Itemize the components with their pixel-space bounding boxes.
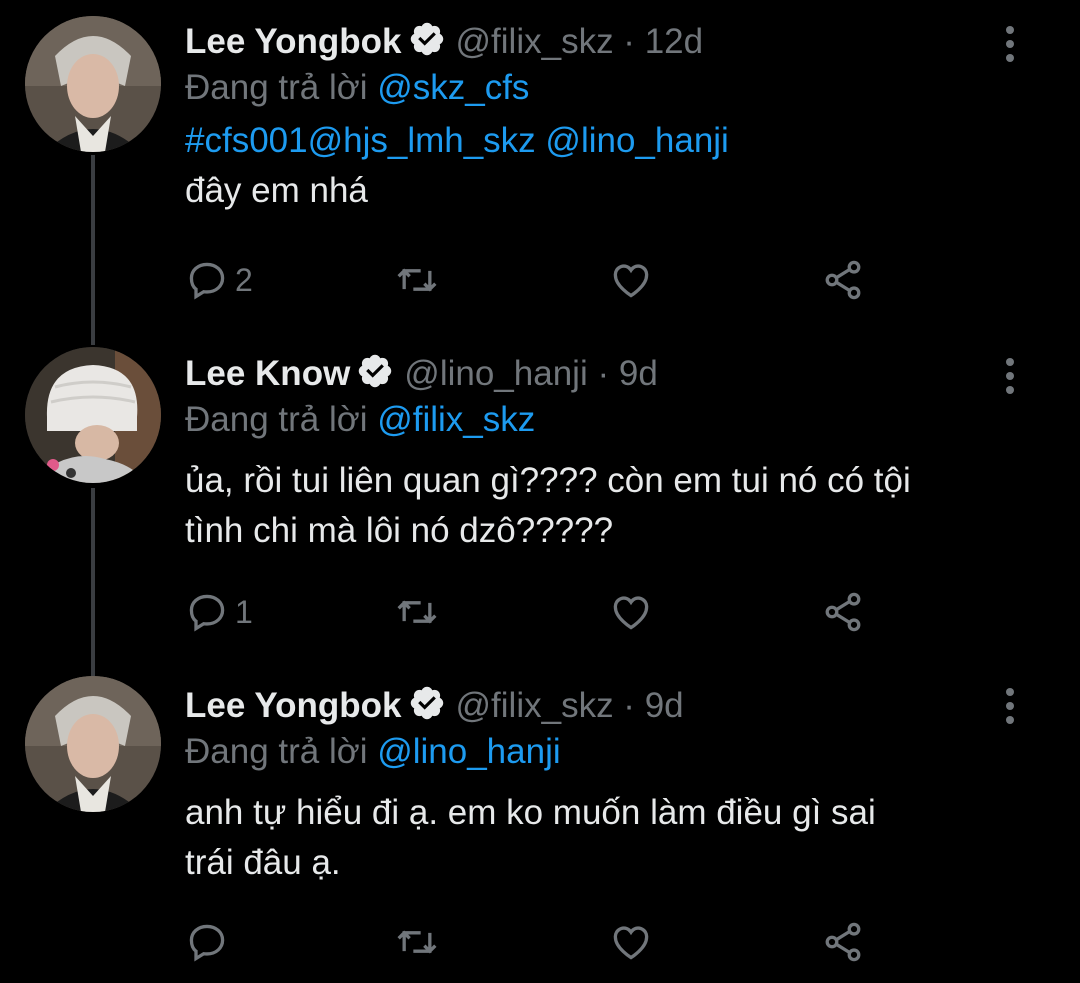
tweet-text-line: trái đâu ạ. xyxy=(185,843,341,882)
like-button[interactable] xyxy=(609,587,653,637)
retweet-button[interactable] xyxy=(395,587,439,637)
share-icon xyxy=(825,922,861,962)
verified-badge-icon xyxy=(359,354,392,388)
retweet-icon xyxy=(397,268,437,292)
display-name[interactable]: Lee Know xyxy=(185,354,350,393)
tweet-header: Lee Know @lino_hanji · 9d xyxy=(185,352,1010,396)
mention-link[interactable]: @skz_cfs xyxy=(377,68,529,107)
reply-button[interactable]: 1 xyxy=(185,587,253,637)
tweet-text: anh tự hiểu đi ạ. em ko muốn làm điều gì… xyxy=(185,788,1010,888)
user-handle[interactable]: @filix_skz xyxy=(456,22,614,61)
reply-count: 2 xyxy=(235,261,253,298)
separator: · xyxy=(623,22,635,61)
reply-icon xyxy=(189,594,225,632)
tweet-actions: 2 xyxy=(185,255,885,305)
replying-to: Đang trả lời @skz_cfs xyxy=(185,66,1010,110)
tweet[interactable]: Lee Yongbok @filix_skz · 9d Đang trả lời … xyxy=(0,660,1080,983)
timestamp[interactable]: 9d xyxy=(619,354,658,393)
retweet-button[interactable] xyxy=(395,917,439,967)
hashtag-mention-line[interactable]: #cfs001@hjs_lmh_skz @lino_hanji xyxy=(185,116,1010,166)
tweet[interactable]: Lee Know @lino_hanji · 9d Đang trả lời @f… xyxy=(0,330,1080,660)
tweet-text: #cfs001@hjs_lmh_skz @lino_hanji đây em n… xyxy=(185,116,1010,216)
more-options-icon[interactable] xyxy=(995,356,1025,396)
heart-icon xyxy=(613,596,649,630)
retweet-icon xyxy=(397,600,437,624)
retweet-icon xyxy=(397,930,437,954)
replying-to-label: Đang trả lời xyxy=(185,732,368,771)
replying-to-label: Đang trả lời xyxy=(185,68,368,107)
tweet-text-line: tình chi mà lôi nó dzô????? xyxy=(185,511,614,550)
avatar-lee-yongbok[interactable] xyxy=(25,16,161,152)
tweet-text-line: đây em nhá xyxy=(185,171,368,210)
tweet-actions: 1 xyxy=(185,587,885,637)
replying-to: Đang trả lời @lino_hanji xyxy=(185,730,1010,774)
tweet-header: Lee Yongbok @filix_skz · 9d xyxy=(185,684,1010,728)
heart-icon xyxy=(613,926,649,960)
tweet-text: ủa, rồi tui liên quan gì???? còn em tui … xyxy=(185,456,1010,556)
heart-icon xyxy=(613,264,649,298)
avatar-lee-yongbok[interactable] xyxy=(25,676,161,812)
tweet-text-line: anh tự hiểu đi ạ. em ko muốn làm điều gì… xyxy=(185,793,876,832)
reply-icon xyxy=(189,924,225,962)
mention-link[interactable]: @filix_skz xyxy=(377,400,535,439)
user-handle[interactable]: @filix_skz xyxy=(456,686,614,725)
reply-button[interactable]: 2 xyxy=(185,255,253,305)
mention-link[interactable]: @lino_hanji xyxy=(377,732,560,771)
tweet[interactable]: Lee Yongbok @filix_skz · 12d Đang trả lời… xyxy=(0,0,1080,330)
replying-to-label: Đang trả lời xyxy=(185,400,368,439)
tweet-header: Lee Yongbok @filix_skz · 12d xyxy=(185,20,1010,64)
verified-badge-icon xyxy=(410,686,443,720)
share-button[interactable] xyxy=(821,917,865,967)
share-button[interactable] xyxy=(821,587,865,637)
separator: · xyxy=(597,354,610,393)
share-button[interactable] xyxy=(821,255,865,305)
replying-to: Đang trả lời @filix_skz xyxy=(185,398,1010,442)
tweet-actions xyxy=(185,917,885,967)
separator: · xyxy=(623,686,635,725)
more-options-icon[interactable] xyxy=(995,686,1025,726)
reply-button[interactable] xyxy=(185,917,235,967)
share-icon xyxy=(825,260,861,300)
reply-count: 1 xyxy=(235,593,253,630)
verified-badge-icon xyxy=(410,22,443,56)
retweet-button[interactable] xyxy=(395,255,439,305)
like-button[interactable] xyxy=(609,917,653,967)
reply-icon xyxy=(189,262,225,300)
user-handle[interactable]: @lino_hanji xyxy=(404,354,587,393)
timestamp[interactable]: 9d xyxy=(645,686,684,725)
tweet-text-line: ủa, rồi tui liên quan gì???? còn em tui … xyxy=(185,461,911,500)
share-icon xyxy=(825,592,861,632)
avatar-lee-know[interactable] xyxy=(25,347,161,483)
display-name[interactable]: Lee Yongbok xyxy=(185,686,402,725)
timestamp[interactable]: 12d xyxy=(645,22,703,61)
like-button[interactable] xyxy=(609,255,653,305)
more-options-icon[interactable] xyxy=(995,24,1025,64)
display-name[interactable]: Lee Yongbok xyxy=(185,22,402,61)
